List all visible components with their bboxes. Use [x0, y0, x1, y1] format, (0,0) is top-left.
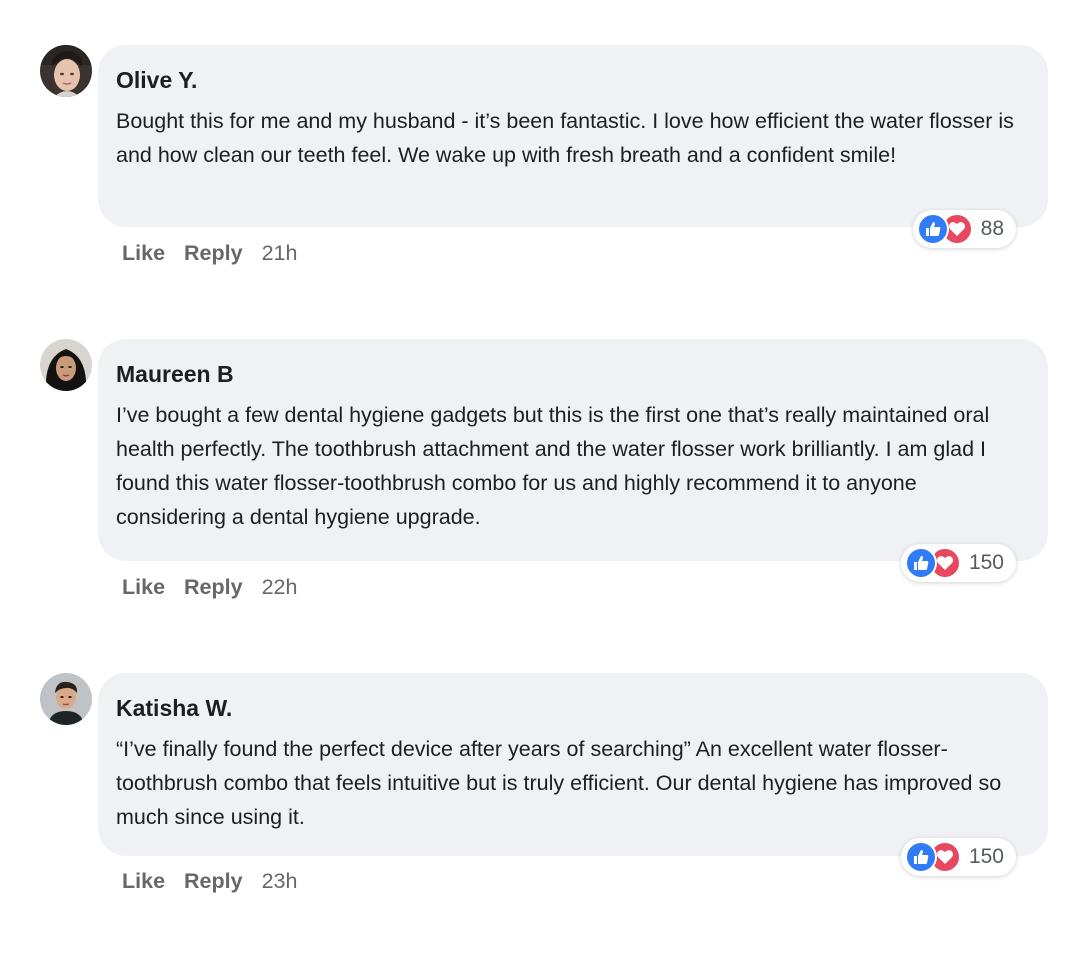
- comment-bubble: Olive Y. Bought this for me and my husba…: [98, 45, 1048, 227]
- reaction-summary[interactable]: 150: [900, 838, 1016, 876]
- reply-button[interactable]: Reply: [184, 575, 243, 600]
- comment-author[interactable]: Olive Y.: [116, 64, 1018, 96]
- comment-timestamp[interactable]: 23h: [262, 869, 298, 894]
- like-button[interactable]: Like: [122, 575, 165, 600]
- like-button[interactable]: Like: [122, 869, 165, 894]
- reaction-count: 150: [968, 551, 1004, 574]
- avatar[interactable]: [40, 45, 92, 97]
- comment-timestamp[interactable]: 21h: [262, 241, 298, 266]
- comment-timestamp[interactable]: 22h: [262, 575, 298, 600]
- comment-bubble: Katisha W. “I’ve finally found the perfe…: [98, 673, 1048, 856]
- reaction-icons: [916, 213, 977, 245]
- like-button[interactable]: Like: [122, 241, 165, 266]
- comment-actions: Like Reply 23h: [122, 869, 297, 894]
- thumbs-up-icon: [904, 841, 937, 873]
- avatar[interactable]: [40, 673, 92, 725]
- reaction-icons: [904, 547, 965, 579]
- comment-actions: Like Reply 21h: [122, 241, 297, 266]
- reply-button[interactable]: Reply: [184, 869, 243, 894]
- thumbs-up-icon: [904, 547, 937, 579]
- comment-text: “I’ve finally found the perfect device a…: [116, 737, 1002, 829]
- comment-text: Bought this for me and my husband - it’s…: [116, 109, 1014, 167]
- reaction-count: 88: [980, 217, 1004, 240]
- reaction-icons: [904, 841, 965, 873]
- reaction-summary[interactable]: 88: [912, 210, 1016, 248]
- comment-author[interactable]: Katisha W.: [116, 692, 1018, 724]
- reaction-summary[interactable]: 150: [900, 544, 1016, 582]
- comment-actions: Like Reply 22h: [122, 575, 297, 600]
- thumbs-up-icon: [916, 213, 949, 245]
- comment-bubble: Maureen B I’ve bought a few dental hygie…: [98, 339, 1048, 561]
- comment-text: I’ve bought a few dental hygiene gadgets…: [116, 403, 990, 529]
- reaction-count: 150: [968, 845, 1004, 868]
- reply-button[interactable]: Reply: [184, 241, 243, 266]
- comment-author[interactable]: Maureen B: [116, 358, 1018, 390]
- avatar[interactable]: [40, 339, 92, 391]
